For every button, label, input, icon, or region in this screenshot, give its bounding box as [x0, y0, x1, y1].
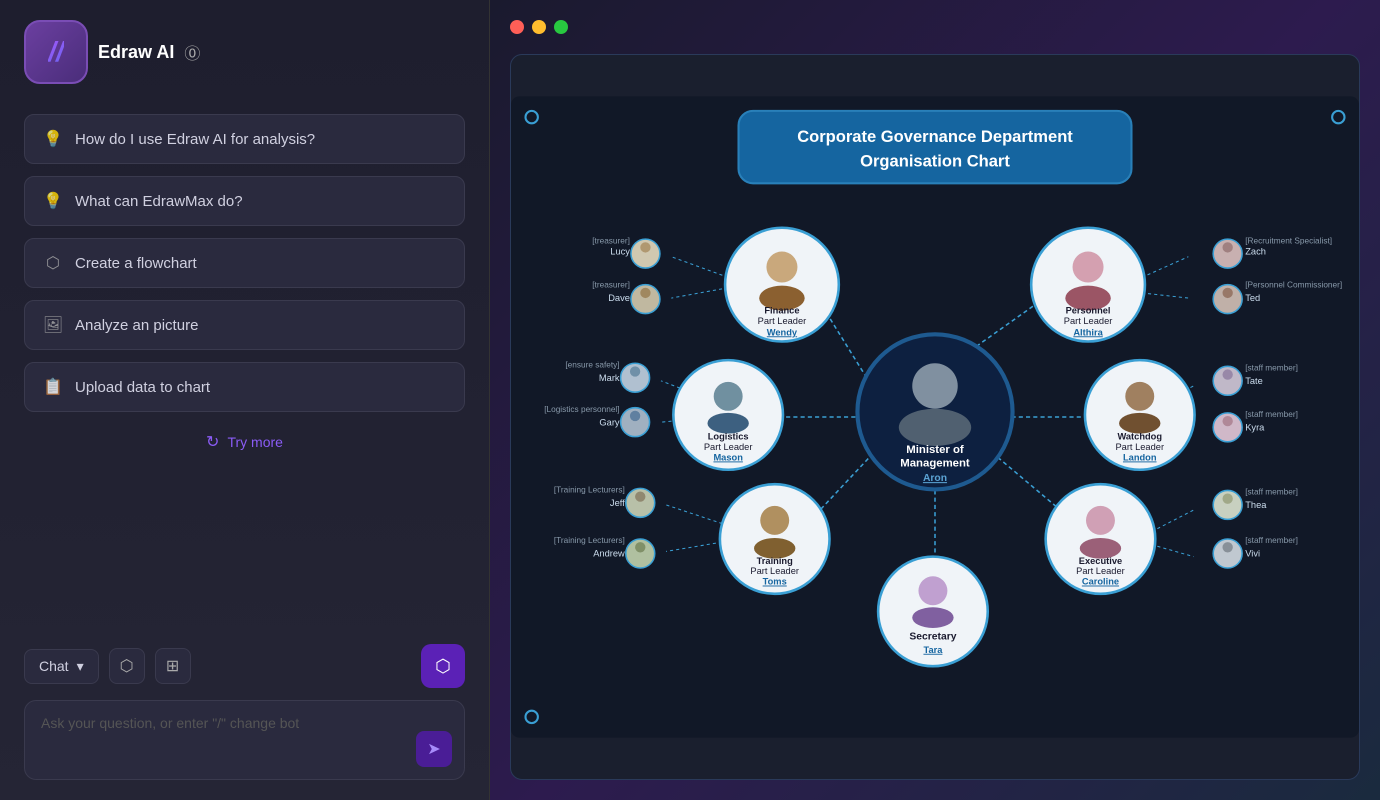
svg-text:[ensure safety]: [ensure safety] — [565, 360, 619, 369]
svg-text:[treasurer]: [treasurer] — [592, 281, 630, 290]
suggestion-picture[interactable]: 🖼 Analyze an picture — [24, 300, 465, 350]
send-icon: ⬡ — [435, 656, 451, 677]
svg-text:Zach: Zach — [1245, 247, 1266, 257]
svg-text:Aron: Aron — [923, 473, 947, 484]
picture-icon: 🖼 — [43, 315, 63, 335]
svg-text:Tate: Tate — [1245, 376, 1263, 386]
svg-text:Corporate Governance Departmen: Corporate Governance Department — [797, 127, 1073, 146]
attach-btn[interactable]: ⊞ — [155, 648, 191, 684]
input-send-btn[interactable]: ➤ — [416, 731, 452, 767]
chevron-down-icon: ▾ — [77, 658, 84, 675]
chart-container: Corporate Governance Department Organisa… — [510, 54, 1360, 780]
flowchart-icon: ⬡ — [43, 253, 63, 273]
window-controls — [510, 20, 1360, 34]
svg-text:Caroline: Caroline — [1082, 577, 1119, 587]
svg-text:Part Leader: Part Leader — [1076, 566, 1125, 576]
svg-text:Minister of: Minister of — [906, 444, 964, 456]
svg-text:Ted: Ted — [1245, 293, 1260, 303]
svg-text:Organisation Chart: Organisation Chart — [860, 152, 1010, 171]
suggestion-flowchart[interactable]: ⬡ Create a flowchart — [24, 238, 465, 288]
svg-text:Thea: Thea — [1245, 500, 1267, 510]
close-dot[interactable] — [510, 20, 524, 34]
svg-text:Mason: Mason — [713, 452, 743, 462]
svg-text:Wendy: Wendy — [767, 327, 798, 337]
bulb-icon-2: 💡 — [43, 191, 63, 211]
suggestion-flowchart-label: Create a flowchart — [75, 255, 197, 272]
svg-text:Watchdog: Watchdog — [1117, 432, 1162, 442]
app-header: // Edraw AI ⓪ — [24, 20, 465, 84]
input-placeholder: Ask your question, or enter "/" change b… — [41, 715, 448, 731]
svg-text:Part Leader: Part Leader — [1115, 442, 1164, 452]
svg-text:Part Leader: Part Leader — [758, 316, 807, 326]
arrow-icon: ➤ — [427, 739, 440, 759]
minimize-dot[interactable] — [532, 20, 546, 34]
app-logo: // — [24, 20, 88, 84]
main-send-btn[interactable]: ⬡ — [421, 644, 465, 688]
svg-text:Secretary: Secretary — [909, 631, 956, 642]
app-title: Edraw AI — [98, 42, 174, 63]
svg-text:[treasurer]: [treasurer] — [592, 236, 630, 245]
svg-text:Executive: Executive — [1079, 556, 1122, 566]
svg-text:Personnel: Personnel — [1066, 306, 1111, 316]
svg-text:Part Leader: Part Leader — [750, 566, 799, 576]
svg-text:Mark: Mark — [599, 373, 620, 383]
try-more-label: Try more — [227, 434, 282, 450]
bottom-area: Chat ▾ ⬡ ⊞ ⬡ Ask your question, or enter… — [24, 644, 465, 780]
chat-controls: Chat ▾ ⬡ ⊞ ⬡ — [24, 644, 465, 688]
svg-text:Andrew: Andrew — [593, 549, 625, 559]
svg-text:Finance: Finance — [764, 306, 799, 316]
svg-text:[staff member]: [staff member] — [1245, 410, 1298, 419]
svg-text:[staff member]: [staff member] — [1245, 536, 1298, 545]
svg-text:[staff member]: [staff member] — [1245, 488, 1298, 497]
try-more-btn[interactable]: ↻ Try more — [24, 432, 465, 452]
svg-text:Tara: Tara — [923, 645, 943, 655]
maximize-dot[interactable] — [554, 20, 568, 34]
suggestion-analysis-label: How do I use Edraw AI for analysis? — [75, 131, 315, 148]
svg-text:Landon: Landon — [1123, 452, 1157, 462]
bulb-icon: 💡 — [43, 129, 63, 149]
svg-text:Vivi: Vivi — [1245, 549, 1260, 559]
suggestion-upload[interactable]: 📋 Upload data to chart — [24, 362, 465, 412]
upload-icon: 📋 — [43, 377, 63, 397]
svg-text:Part Leader: Part Leader — [704, 442, 753, 452]
suggestion-edrawmax[interactable]: 💡 What can EdrawMax do? — [24, 176, 465, 226]
chat-input-area[interactable]: Ask your question, or enter "/" change b… — [24, 700, 465, 780]
svg-text:Management: Management — [900, 458, 970, 470]
svg-text:Althira: Althira — [1073, 327, 1103, 337]
logo-icon: // — [48, 36, 64, 68]
svg-text:Logistics: Logistics — [708, 432, 749, 442]
svg-text:Lucy: Lucy — [610, 247, 630, 257]
left-panel: // Edraw AI ⓪ 💡 How do I use Edraw AI fo… — [0, 0, 490, 800]
org-chart-svg: Corporate Governance Department Organisa… — [511, 55, 1359, 779]
export-icon: ⬡ — [120, 656, 134, 676]
suggestion-edrawmax-label: What can EdrawMax do? — [75, 193, 243, 210]
svg-text:Jeff: Jeff — [610, 498, 625, 508]
attach-icon: ⊞ — [166, 656, 179, 676]
suggestion-analysis[interactable]: 💡 How do I use Edraw AI for analysis? — [24, 114, 465, 164]
svg-text:Gary: Gary — [599, 417, 619, 427]
export-btn[interactable]: ⬡ — [109, 648, 145, 684]
svg-text:[Recruitment Specialist]: [Recruitment Specialist] — [1245, 236, 1332, 245]
svg-text:Kyra: Kyra — [1245, 422, 1265, 432]
svg-text:[staff member]: [staff member] — [1245, 363, 1298, 372]
chat-mode-select[interactable]: Chat ▾ — [24, 649, 99, 684]
right-panel: Corporate Governance Department Organisa… — [490, 0, 1380, 800]
svg-text:Part Leader: Part Leader — [1064, 316, 1113, 326]
svg-text:[Logistics personnel]: [Logistics personnel] — [544, 405, 619, 414]
svg-text:Toms: Toms — [763, 577, 787, 587]
svg-text:[Training Lecturers]: [Training Lecturers] — [554, 536, 625, 545]
svg-text:Training: Training — [757, 556, 793, 566]
svg-text:Dave: Dave — [608, 293, 630, 303]
svg-text:[Training Lecturers]: [Training Lecturers] — [554, 485, 625, 494]
svg-text:[Personnel Commissioner]: [Personnel Commissioner] — [1245, 281, 1342, 290]
help-icon[interactable]: ⓪ — [184, 40, 200, 64]
suggestion-picture-label: Analyze an picture — [75, 317, 198, 334]
chat-mode-label: Chat — [39, 658, 69, 674]
suggestion-upload-label: Upload data to chart — [75, 379, 210, 396]
refresh-icon: ↻ — [206, 432, 219, 452]
